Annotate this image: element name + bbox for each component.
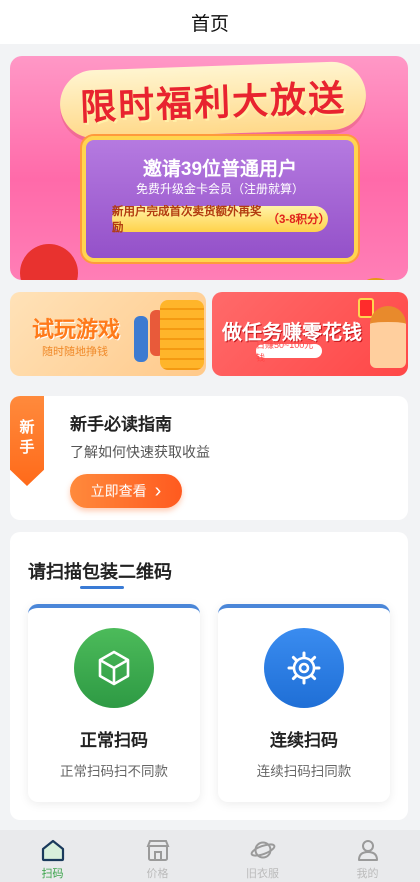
chevron-right-icon: › (154, 480, 162, 502)
continuous-scan-card[interactable]: 连续扫码 连续扫码扫同款 (218, 604, 390, 802)
girl-illustration (370, 306, 406, 368)
scan-section: 请扫描包装二维码 正常扫码 正常扫码扫不同款 连续扫码 连续扫码扫同款 (10, 532, 408, 820)
tab-label: 价格 (146, 868, 169, 880)
task-promo[interactable]: 做任务赚零花钱 日赚50~100元钱 (212, 292, 408, 376)
tab-price[interactable]: 价格 (105, 830, 210, 882)
title-underline (80, 586, 124, 589)
tab-label: 我的 (356, 868, 379, 880)
view-now-label: 立即查看 (90, 483, 147, 499)
planet-icon (250, 841, 275, 859)
banner-ribbon: 限时福利大放送 (58, 60, 368, 140)
invite-line: 邀请39位普通用户 (142, 159, 298, 180)
continuous-scan-desc: 连续扫码扫同款 (256, 764, 352, 779)
newbie-tag-char: 新 (19, 419, 35, 436)
upgrade-line: 免费升级金卡会员（注册就算） (135, 182, 304, 196)
coin-stack-icon (160, 300, 204, 370)
scan-section-title: 请扫描包装二维码 (28, 562, 172, 582)
person-illustration (134, 316, 148, 362)
tab-label: 旧衣服 (246, 868, 279, 880)
bonus-pill: 新用户完成首次卖货额外再奖励 （3-8积分） (112, 206, 331, 234)
page-title: 首页 (190, 13, 229, 35)
coin-icon (354, 278, 398, 280)
newbie-tag: 新 手 (10, 396, 44, 486)
normal-scan-desc: 正常扫码扫不同款 (60, 764, 168, 779)
home-icon (41, 839, 64, 862)
tab-label: 扫码 (41, 868, 64, 880)
banner-headline: 限时福利大放送 (79, 78, 347, 129)
bonus-text: 新用户完成首次卖货额外再奖励 (112, 206, 262, 234)
bonus-highlight: （3-8积分） (267, 214, 331, 226)
continuous-scan-name: 连续扫码 (270, 731, 338, 750)
user-icon (357, 840, 378, 861)
normal-scan-name: 正常扫码 (80, 731, 148, 750)
trial-game-subtitle: 随时随地挣钱 (42, 346, 108, 358)
store-icon (146, 840, 169, 861)
top-bar: 首页 (0, 0, 420, 44)
trial-game-promo[interactable]: 试玩游戏 随时随地挣钱 (10, 292, 206, 376)
gear-icon (264, 628, 344, 708)
guide-subtitle: 了解如何快速获取收益 (70, 444, 210, 460)
lantern-icon (20, 244, 78, 280)
banner-offer-card: 邀请39位普通用户 免费升级金卡会员（注册就算） 新用户完成首次卖货额外再奖励 （… (82, 136, 358, 262)
tab-scan[interactable]: 扫码 (0, 830, 105, 882)
view-now-button[interactable]: 立即查看 › (70, 474, 182, 508)
newbie-tag-char: 手 (19, 439, 35, 456)
tab-old-clothes[interactable]: 旧衣服 (210, 830, 315, 882)
bottom-tab-bar: 扫码 价格 旧衣服 我的 (0, 830, 420, 882)
normal-scan-card[interactable]: 正常扫码 正常扫码扫不同款 (28, 604, 200, 802)
task-promo-subtitle: 日赚50~100元钱 (256, 340, 322, 363)
trial-game-title: 试玩游戏 (32, 317, 121, 342)
cube-icon (74, 628, 154, 708)
tab-mine[interactable]: 我的 (315, 830, 420, 882)
guide-title: 新手必读指南 (70, 415, 172, 434)
promo-banner[interactable]: 限时福利大放送 邀请39位普通用户 免费升级金卡会员（注册就算） 新用户完成首次… (10, 56, 408, 280)
beginner-guide-card: 新 手 新手必读指南 了解如何快速获取收益 立即查看 › (10, 396, 408, 520)
